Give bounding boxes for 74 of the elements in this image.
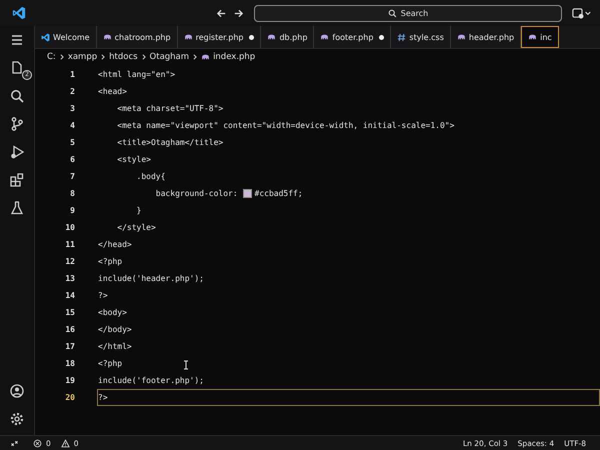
line-number: 10 xyxy=(64,223,76,232)
line-number: 15 xyxy=(64,308,76,317)
code-line: <?php xyxy=(98,359,122,368)
code-line: </style> xyxy=(116,223,156,232)
code-text: #ccbad5ff; xyxy=(254,189,303,198)
code-line: <meta name="viewport" content="width=device-width, initial-scale=1.0"> xyxy=(116,121,454,130)
line-number: 7 xyxy=(69,172,76,181)
code-line: ?> xyxy=(98,291,108,300)
code-line: .body{ xyxy=(136,172,166,181)
chevron-icon xyxy=(140,54,147,60)
line-number: 6 xyxy=(69,155,76,164)
search-icon xyxy=(388,8,397,18)
color-swatch[interactable] xyxy=(242,189,252,198)
line-number: 8 xyxy=(69,189,76,198)
chevron-icon xyxy=(100,54,106,60)
editor-tab[interactable]: chatroom.php xyxy=(96,26,178,48)
remote-icon[interactable] xyxy=(10,438,19,448)
settings-icon[interactable] xyxy=(9,411,25,427)
search-field[interactable]: Search xyxy=(254,4,562,22)
line-number: 4 xyxy=(69,121,76,130)
flask-icon[interactable] xyxy=(9,200,25,216)
line-number: 11 xyxy=(64,240,76,249)
search-placeholder: Search xyxy=(400,8,428,18)
code-line: <style> xyxy=(116,155,151,164)
code-line: <title>Otagham</title> xyxy=(116,138,224,147)
chevron-icon xyxy=(192,54,198,60)
code-line: <body> xyxy=(98,308,127,317)
code-line: <meta charset="UTF-8"> xyxy=(116,104,224,113)
line-number: 1 xyxy=(69,70,76,79)
line-number: 3 xyxy=(69,104,76,113)
warning-icon xyxy=(60,438,70,448)
line-number: 13 xyxy=(64,274,76,283)
account-icon[interactable] xyxy=(9,383,25,399)
code-line: <?php xyxy=(98,257,122,266)
breadcrumb-item[interactable]: htdocs xyxy=(109,52,138,62)
code-line: </head> xyxy=(98,240,132,249)
line-number: 5 xyxy=(69,138,76,147)
run-debug-icon[interactable] xyxy=(9,144,25,160)
vscode-logo-icon xyxy=(12,6,26,20)
forward-arrow-icon[interactable] xyxy=(233,8,244,18)
code-line: </body> xyxy=(98,325,132,334)
line-number: 12 xyxy=(64,257,76,266)
code-line: ?> xyxy=(98,393,108,402)
code-line: background-color: xyxy=(154,189,239,198)
code-line: include('footer.php'); xyxy=(98,376,204,385)
search-icon[interactable] xyxy=(9,88,25,104)
extensions-icon[interactable] xyxy=(9,172,25,188)
line-number: 16 xyxy=(64,325,76,334)
error-icon xyxy=(33,438,42,448)
code-line: include('header.php'); xyxy=(98,274,204,283)
line-number: 20 xyxy=(64,393,76,402)
text-cursor-icon xyxy=(183,360,189,370)
line-number: 18 xyxy=(64,359,76,368)
source-control-icon[interactable] xyxy=(9,116,25,132)
breadcrumb-item[interactable]: index.php xyxy=(213,52,256,62)
code-line: </html> xyxy=(98,342,132,351)
line-number: 14 xyxy=(64,291,76,300)
layout-icon[interactable] xyxy=(572,6,592,20)
editor-tab[interactable]: inc xyxy=(521,26,559,48)
breadcrumb-item[interactable]: Otagham xyxy=(150,52,190,62)
breadcrumb-item[interactable]: C: xyxy=(47,52,56,62)
code-line: } xyxy=(136,206,142,215)
code-line: <head> xyxy=(98,87,127,96)
breadcrumb-item[interactable]: xampp xyxy=(68,52,98,62)
vscode-logo-icon xyxy=(41,32,50,42)
editor-tab[interactable]: register.php xyxy=(178,26,262,48)
code-line: <html lang="en"> xyxy=(98,70,176,79)
line-number: 19 xyxy=(64,376,76,385)
chevron-icon xyxy=(58,54,65,60)
line-number: 9 xyxy=(69,206,76,215)
back-arrow-icon[interactable] xyxy=(216,8,227,18)
line-number: 2 xyxy=(69,87,76,96)
hash-icon xyxy=(397,32,406,42)
line-number: 17 xyxy=(64,342,76,351)
